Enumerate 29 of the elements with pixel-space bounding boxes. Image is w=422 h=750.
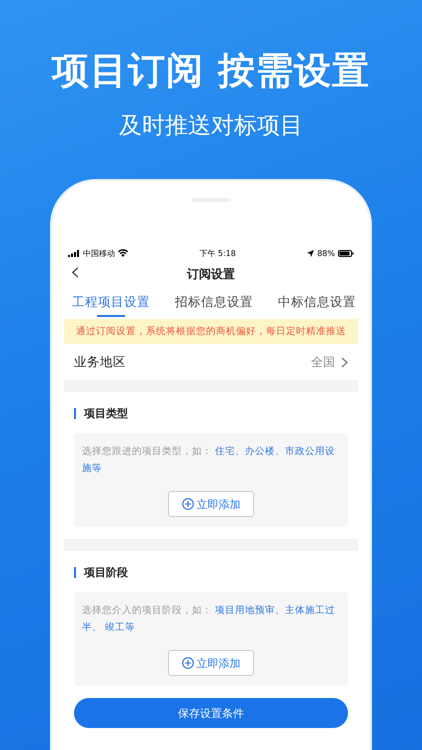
battery-text: 88% — [317, 248, 335, 258]
region-label: 业务地区 — [74, 354, 126, 370]
accent-bar — [74, 567, 76, 578]
nav-title: 订阅设置 — [187, 266, 235, 282]
plus-circle-icon — [182, 498, 194, 510]
region-row[interactable]: 业务地区 全国 — [64, 344, 358, 380]
hint-text: 选择您介入的项目阶段，如： 项目用地预审、主体施工过半、 竣工等 — [82, 604, 336, 635]
location-icon — [307, 250, 314, 256]
status-time: 下午 5:18 — [199, 248, 236, 258]
signal-icon — [68, 250, 80, 256]
carrier-text: 中国移动 — [83, 248, 115, 258]
battery-icon — [338, 250, 354, 256]
section-title: 项目类型 — [84, 406, 128, 421]
wifi-icon — [118, 249, 128, 257]
accent-bar — [74, 408, 76, 419]
region-value: 全国 — [311, 354, 335, 370]
add-button[interactable]: 立即添加 — [168, 650, 254, 676]
subtitle: 及时推送对标项目 — [119, 112, 303, 141]
tab[interactable]: 中标信息设置 — [278, 289, 356, 319]
tab[interactable]: 招标信息设置 — [175, 289, 253, 319]
plus-circle-icon — [182, 657, 194, 669]
notice-banner: 通过订阅设置，系统将根据您的商机偏好，每日定时精准推送 — [64, 319, 358, 344]
section-title: 项目阶段 — [84, 565, 128, 580]
save-button[interactable]: 保存设置条件 — [74, 698, 348, 728]
add-button[interactable]: 立即添加 — [168, 491, 254, 517]
hint-text: 选择您跟进的项目类型，如： 住宅、办公楼、市政公用设施等 — [82, 445, 336, 476]
back-button[interactable]: ‹ — [70, 259, 80, 285]
chevron-icon — [341, 356, 348, 368]
headline: 项目订阅 按需设置 — [52, 48, 370, 94]
